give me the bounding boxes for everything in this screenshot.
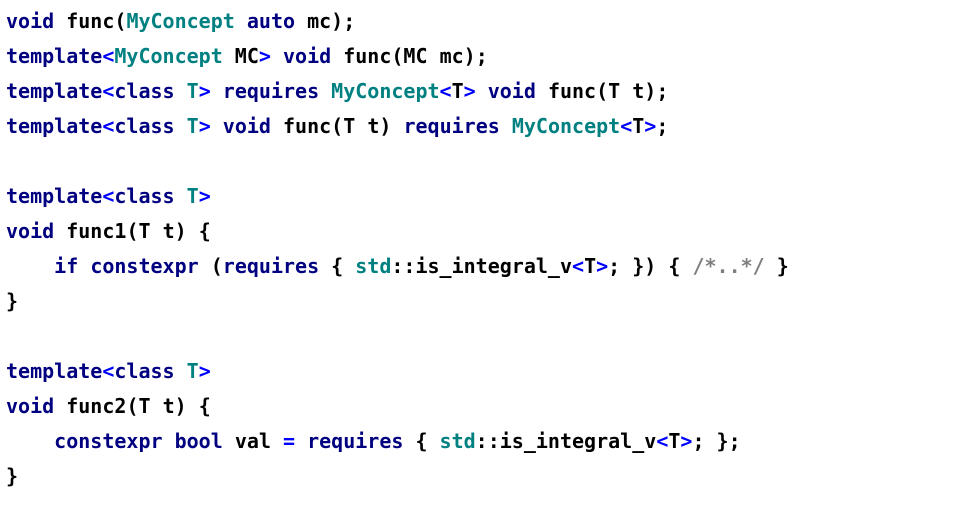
angle-lt: < [656, 429, 668, 453]
code-line: void func(MyConcept auto mc); [6, 9, 355, 33]
kw-template: template [6, 79, 102, 103]
code-line: constexpr bool val = requires { std::is_… [6, 429, 741, 453]
blank-line [6, 324, 18, 348]
angle-gt: > [464, 79, 476, 103]
kw-template: template [6, 359, 102, 383]
code-line: template<class T> requires MyConcept<T> … [6, 79, 668, 103]
kw-auto: auto [247, 9, 295, 33]
fn-name: func [548, 79, 596, 103]
angle-gt: > [596, 254, 608, 278]
code-line: } [6, 464, 18, 488]
fn-name: func2 [66, 394, 126, 418]
code-line: } [6, 289, 18, 313]
kw-requires: requires [223, 79, 319, 103]
angle-gt: > [199, 79, 211, 103]
type-param: T [138, 219, 150, 243]
angle-lt: < [102, 44, 114, 68]
kw-class: class [114, 79, 174, 103]
code-line: void func1(T t) { [6, 219, 211, 243]
type-param: T [138, 394, 150, 418]
angle-gt: > [199, 114, 211, 138]
type-param: T [343, 114, 355, 138]
ns: std [440, 429, 476, 453]
ns: std [355, 254, 391, 278]
angle-lt: < [102, 114, 114, 138]
kw-void: void [6, 219, 54, 243]
angle-lt: < [620, 114, 632, 138]
angle-gt: > [644, 114, 656, 138]
fn-name: func [343, 44, 391, 68]
type-param: T [668, 429, 680, 453]
scope-op: :: [476, 429, 500, 453]
code-line: template<class T> [6, 359, 211, 383]
kw-requires: requires [307, 429, 403, 453]
angle-gt: > [199, 359, 211, 383]
type-param: T [187, 184, 199, 208]
kw-constexpr: constexpr [54, 429, 162, 453]
concept-name: MyConcept [126, 9, 234, 33]
comment: /*..*/ [692, 254, 764, 278]
angle-lt: < [102, 359, 114, 383]
kw-void: void [488, 79, 536, 103]
angle-gt: > [199, 184, 211, 208]
fn-name: func [66, 9, 114, 33]
code-line: if constexpr (requires { std::is_integra… [6, 254, 789, 278]
kw-class: class [114, 184, 174, 208]
code-block: void func(MyConcept auto mc); template<M… [0, 0, 977, 498]
blank-line [6, 149, 18, 173]
scope-op: :: [391, 254, 415, 278]
type-param: T [187, 79, 199, 103]
param: t [367, 114, 379, 138]
param: mc [440, 44, 464, 68]
code-line: template<MyConcept MC> void func(MC mc); [6, 44, 488, 68]
kw-void: void [6, 9, 54, 33]
code-line: template<class T> void func(T t) require… [6, 114, 668, 138]
var: val [235, 429, 271, 453]
angle-gt: > [259, 44, 271, 68]
angle-lt: < [572, 254, 584, 278]
kw-template: template [6, 114, 102, 138]
param: t [163, 219, 175, 243]
angle-lt: < [102, 79, 114, 103]
type-param: T [632, 114, 644, 138]
member: is_integral_v [500, 429, 657, 453]
kw-requires: requires [403, 114, 499, 138]
kw-class: class [114, 114, 174, 138]
type-param: T [187, 114, 199, 138]
kw-requires: requires [223, 254, 319, 278]
type-param: MC [235, 44, 259, 68]
angle-lt: < [440, 79, 452, 103]
angle-gt: > [680, 429, 692, 453]
type-param: MC [403, 44, 427, 68]
kw-if: if [54, 254, 78, 278]
param: mc [307, 9, 331, 33]
code-line: void func2(T t) { [6, 394, 211, 418]
type-param: T [187, 359, 199, 383]
type-param: T [584, 254, 596, 278]
concept-name: MyConcept [114, 44, 222, 68]
kw-template: template [6, 184, 102, 208]
fn-name: func1 [66, 219, 126, 243]
concept-name: MyConcept [512, 114, 620, 138]
concept-name: MyConcept [331, 79, 439, 103]
code-line: template<class T> [6, 184, 211, 208]
kw-class: class [114, 359, 174, 383]
kw-constexpr: constexpr [90, 254, 198, 278]
type-param: T [452, 79, 464, 103]
angle-lt: < [102, 184, 114, 208]
kw-template: template [6, 44, 102, 68]
kw-void: void [6, 394, 54, 418]
kw-void: void [283, 44, 331, 68]
eq-op: = [283, 429, 295, 453]
kw-bool: bool [175, 429, 223, 453]
member: is_integral_v [415, 254, 572, 278]
kw-void: void [223, 114, 271, 138]
param: t [632, 79, 644, 103]
fn-name: func [283, 114, 331, 138]
param: t [163, 394, 175, 418]
type-param: T [608, 79, 620, 103]
